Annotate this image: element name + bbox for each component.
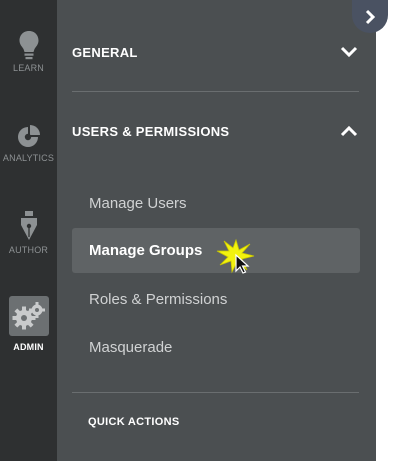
menu-item-label: Roles & Permissions: [89, 291, 228, 308]
divider: [72, 91, 359, 92]
chevron-up-icon: [340, 125, 358, 137]
menu-item-manage-users[interactable]: Manage Users: [72, 181, 360, 226]
page-background: [376, 0, 398, 461]
menu-item-roles-permissions[interactable]: Roles & Permissions: [72, 277, 360, 322]
rail-item-analytics[interactable]: ANALYTICS: [0, 124, 57, 163]
quick-actions-heading: QUICK ACTIONS: [88, 416, 180, 428]
pen-nib-icon: [20, 211, 37, 240]
admin-icon-box: [8, 296, 49, 336]
admin-menu-panel: GENERAL USERS & PERMISSIONS Manage Users…: [57, 0, 376, 461]
chevron-down-icon: [340, 46, 358, 58]
rail-label-learn: LEARN: [12, 63, 44, 73]
rail-label-analytics: ANALYTICS: [2, 153, 55, 163]
rail-label-author: AUTHOR: [8, 245, 49, 255]
rail-label-admin: ADMIN: [13, 342, 44, 352]
menu-item-label: Masquerade: [89, 339, 173, 356]
pie-chart-icon: [17, 125, 40, 147]
section-general-header[interactable]: GENERAL: [72, 41, 359, 63]
rail-item-admin[interactable]: ADMIN: [0, 296, 57, 352]
divider: [72, 392, 359, 393]
rail-item-author[interactable]: AUTHOR: [0, 210, 57, 255]
section-users-permissions-label: USERS & PERMISSIONS: [72, 123, 230, 139]
rail-item-learn[interactable]: LEARN: [0, 30, 57, 73]
menu-item-label: Manage Users: [89, 195, 187, 212]
section-users-permissions-header[interactable]: USERS & PERMISSIONS: [72, 120, 359, 142]
icon-rail: LEARN ANALYTICS AUTHOR ADMIN: [0, 0, 57, 461]
section-general-label: GENERAL: [72, 44, 138, 60]
chevron-right-icon: [365, 9, 376, 24]
gears-icon: [12, 302, 45, 330]
lightbulb-icon: [19, 31, 38, 60]
menu-item-masquerade[interactable]: Masquerade: [72, 325, 360, 370]
menu-item-label: Manage Groups: [89, 242, 203, 259]
mouse-click-cursor-icon: [216, 238, 255, 274]
